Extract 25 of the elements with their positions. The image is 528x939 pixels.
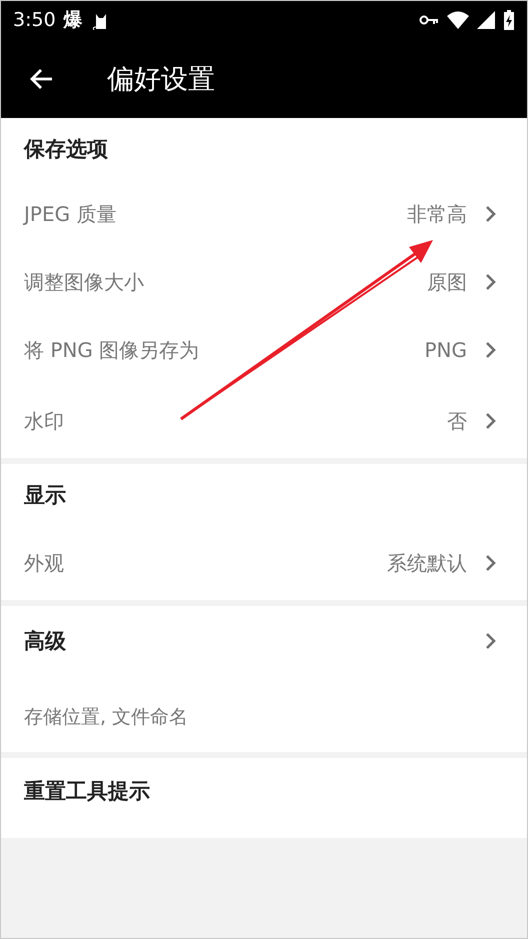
key-icon [419, 14, 439, 26]
section-title: 保存选项 [24, 136, 108, 163]
chevron-icon [485, 205, 497, 223]
settings-row[interactable]: 外观 系统默认 [1, 526, 527, 600]
chevron-icon [485, 273, 497, 291]
settings-row[interactable]: 将 PNG 图像另存为 PNG [1, 316, 527, 384]
wifi-icon [447, 11, 469, 29]
status-time: 3:50 [13, 9, 56, 31]
notification-text: 爆 [64, 8, 83, 33]
reset-tooltips-row[interactable]: 重置工具提示 [1, 758, 527, 838]
section-title: 显示 [24, 482, 66, 509]
settings-row[interactable]: JPEG 质量 非常高 [1, 180, 527, 248]
signal-icon [477, 11, 495, 29]
section-subtitle: 存储位置, 文件命名 [23, 705, 190, 730]
chevron-icon [485, 632, 497, 650]
settings-row[interactable]: 调整图像大小 原图 [1, 248, 527, 316]
chevron-icon [485, 412, 497, 430]
section-title: 高级 [24, 628, 66, 655]
settings-row[interactable]: 水印 否 [1, 384, 527, 458]
chevron-icon [485, 554, 497, 572]
section-title: 重置工具提示 [24, 778, 150, 805]
chevron-icon [485, 341, 497, 359]
advanced-row[interactable]: 高级 [1, 606, 527, 676]
battery-charging-icon [503, 10, 515, 30]
page-title: 偏好设置 [107, 62, 215, 96]
